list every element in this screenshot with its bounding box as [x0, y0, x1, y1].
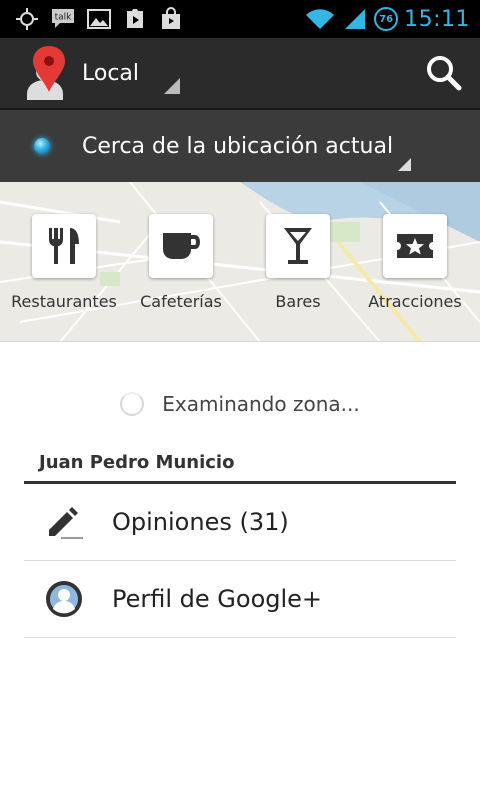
search-icon — [427, 56, 462, 91]
category-attractions[interactable]: Atracciones — [357, 214, 473, 311]
reviews-label: Opiniones (31) — [112, 508, 289, 536]
list-item-reviews[interactable]: Opiniones (31) — [24, 484, 456, 561]
current-location-icon — [34, 138, 50, 154]
map-background: Restaurantes Cafeterías Bares Atraccione… — [0, 182, 480, 342]
category-label: Restaurantes — [11, 292, 117, 311]
category-label: Bares — [275, 292, 321, 311]
user-section-header: Juan Pedro Municio — [24, 448, 456, 484]
svg-text:talk: talk — [55, 13, 73, 23]
category-bars[interactable]: Bares — [240, 214, 356, 311]
action-bar: Local — [0, 38, 480, 110]
cocktail-glass-icon — [266, 214, 330, 278]
wifi-icon — [304, 6, 336, 32]
loading-text: Examinando zona... — [162, 392, 360, 416]
category-restaurants[interactable]: Restaurantes — [6, 214, 122, 311]
title-dropdown-caret-icon[interactable] — [164, 78, 180, 94]
profile-label: Perfil de Google+ — [112, 585, 323, 613]
battery-indicator: 76 — [374, 7, 399, 31]
pencil-icon — [44, 502, 84, 542]
list-item-google-plus-profile[interactable]: Perfil de Google+ — [24, 561, 456, 638]
search-button[interactable] — [408, 37, 480, 109]
gps-icon — [14, 6, 40, 32]
coffee-cup-icon — [149, 214, 213, 278]
play-store-icon — [122, 6, 148, 32]
ticket-star-icon — [383, 214, 447, 278]
fork-knife-icon — [32, 214, 96, 278]
location-label: Cerca de la ubicación actual — [82, 133, 394, 159]
location-dropdown-caret-icon[interactable] — [398, 158, 411, 171]
category-label: Atracciones — [368, 292, 462, 311]
talk-icon: talk — [50, 6, 76, 32]
user-name: Juan Pedro Municio — [39, 452, 235, 473]
clock: 15:11 — [404, 6, 470, 32]
spinner-icon — [120, 392, 145, 416]
category-cafes[interactable]: Cafeterías — [123, 214, 239, 311]
image-icon — [86, 6, 112, 32]
location-selector[interactable]: Cerca de la ubicación actual — [0, 110, 480, 182]
profile-icon — [44, 579, 84, 619]
category-label: Cafeterías — [140, 292, 222, 311]
app-title[interactable]: Local — [82, 61, 139, 86]
signal-icon — [342, 6, 368, 32]
market-bag-icon — [158, 6, 184, 32]
status-bar: talk 76 15:11 — [0, 0, 480, 38]
loading-indicator: Examinando zona... — [0, 384, 480, 424]
local-app-logo-icon[interactable] — [16, 37, 76, 109]
